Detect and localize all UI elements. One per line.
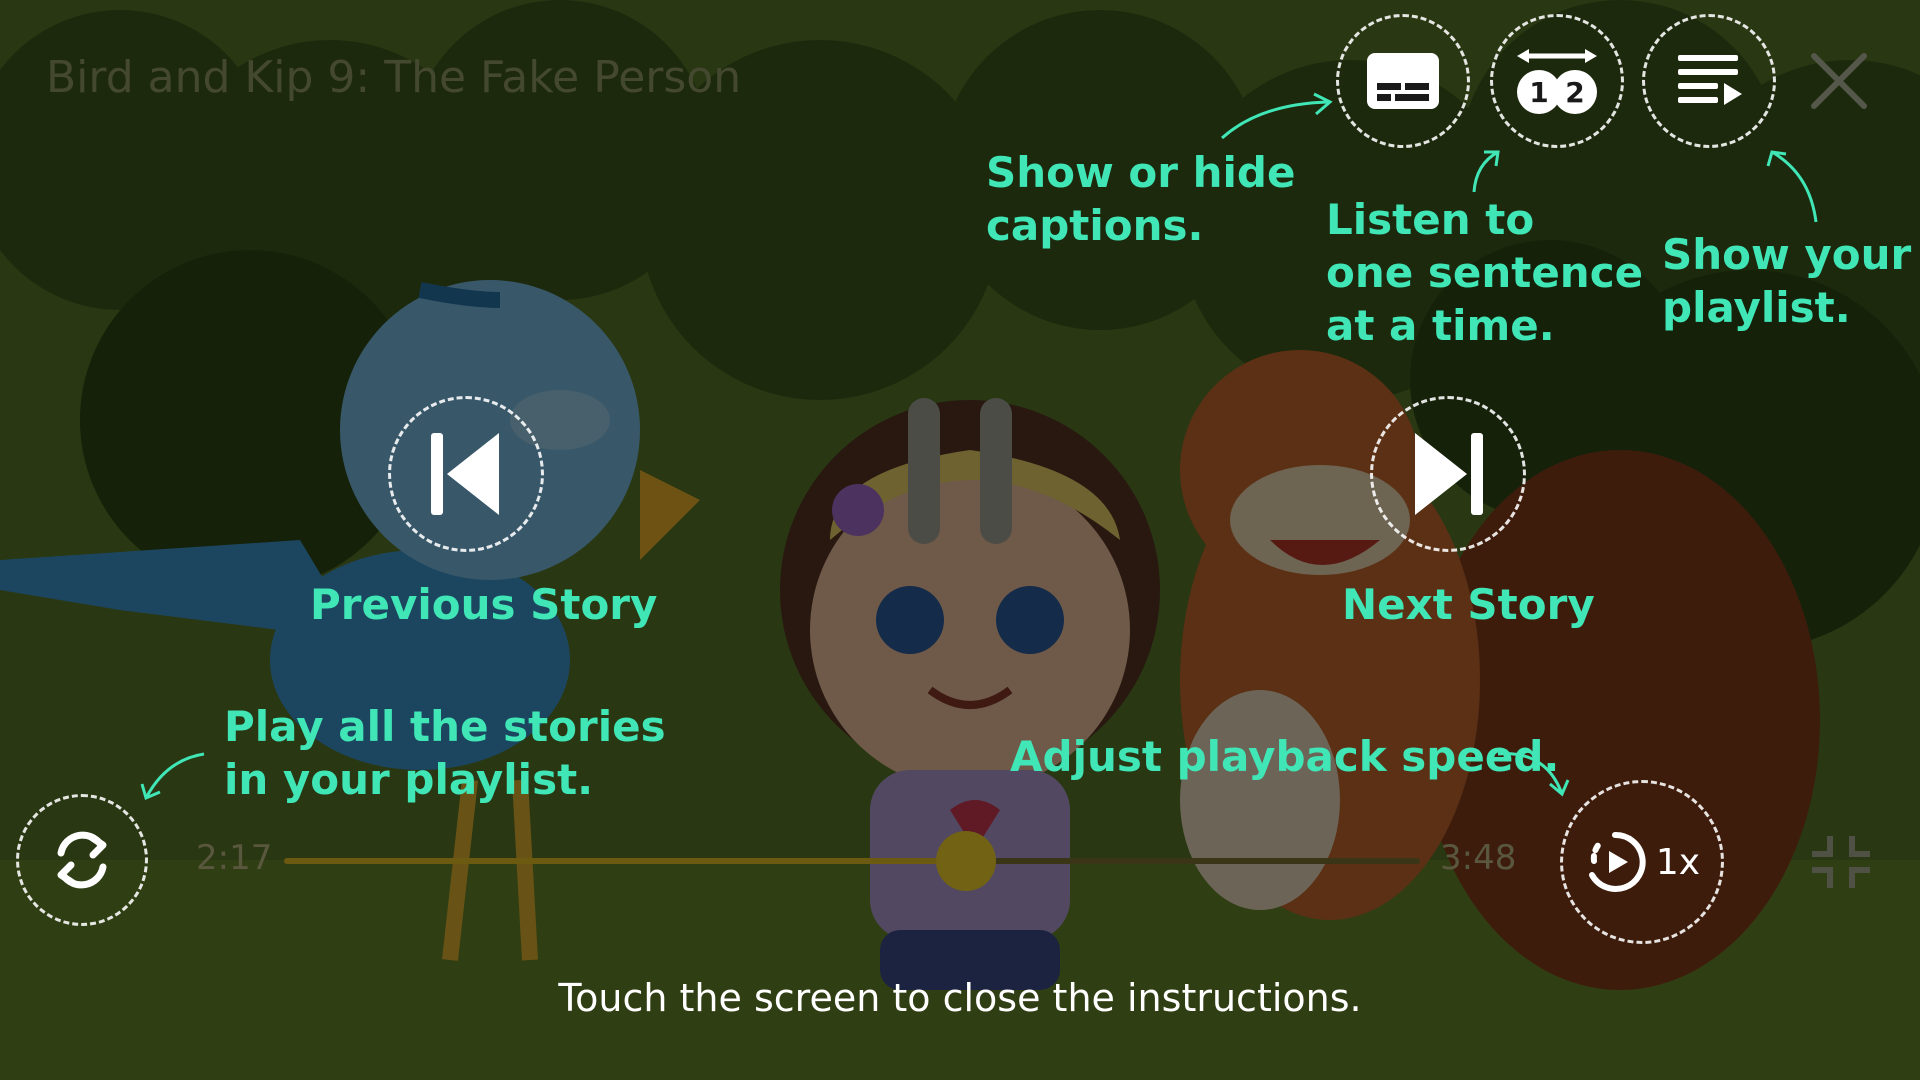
- repeat-all-icon: [57, 831, 107, 889]
- one-sentence-button[interactable]: 1 2: [1490, 14, 1624, 148]
- previous-story-button[interactable]: [388, 396, 544, 552]
- playlist-button[interactable]: [1642, 14, 1776, 148]
- playback-speed-tip-arrow: [1497, 752, 1570, 797]
- total-time: 3:48: [1440, 838, 1517, 878]
- captions-icon: [1367, 53, 1439, 109]
- captions-button[interactable]: [1336, 14, 1470, 148]
- progress-track[interactable]: [284, 858, 1420, 864]
- speed-label: 1x: [1655, 841, 1701, 883]
- playback-speed-button[interactable]: 1x: [1560, 780, 1724, 944]
- play-all-tip-arrow: [140, 752, 205, 801]
- exit-fullscreen-icon[interactable]: [1810, 834, 1872, 890]
- next-story-button[interactable]: [1370, 396, 1526, 552]
- playback-speed-tip: Adjust playback speed.: [1010, 732, 1560, 781]
- next-story-label: Next Story: [1342, 580, 1595, 629]
- captions-tip-arrow: [1221, 92, 1333, 140]
- one-sentence-tip-arrow: [1472, 150, 1500, 193]
- progress-fill: [284, 858, 966, 864]
- one-sentence-tip: Listen to one sentence at a time.: [1326, 195, 1644, 350]
- playback-speed-icon: [1588, 831, 1646, 892]
- close-icon[interactable]: [1808, 50, 1870, 112]
- svg-text:2: 2: [1565, 76, 1584, 109]
- previous-story-label: Previous Story: [310, 580, 658, 629]
- svg-text:1: 1: [1529, 76, 1548, 109]
- progress-knob[interactable]: [935, 831, 996, 891]
- pause-button[interactable]: [900, 390, 1020, 550]
- skip-previous-icon: [431, 433, 499, 515]
- video-title: Bird and Kip 9: The Fake Person: [46, 52, 742, 103]
- playlist-tip-arrow: [1766, 150, 1818, 223]
- playlist-tip: Show your playlist.: [1662, 230, 1912, 332]
- elapsed-time: 2:17: [196, 838, 273, 878]
- one-sentence-icon: 1 2: [1517, 49, 1597, 114]
- skip-next-icon: [1415, 433, 1483, 515]
- playlist-icon: [1678, 55, 1742, 105]
- close-instructions-hint: Touch the screen to close the instructio…: [558, 976, 1362, 1020]
- repeat-all-button[interactable]: [16, 794, 148, 926]
- play-all-tip: Play all the stories in your playlist.: [224, 702, 666, 804]
- captions-tip: Show or hide captions.: [986, 148, 1296, 250]
